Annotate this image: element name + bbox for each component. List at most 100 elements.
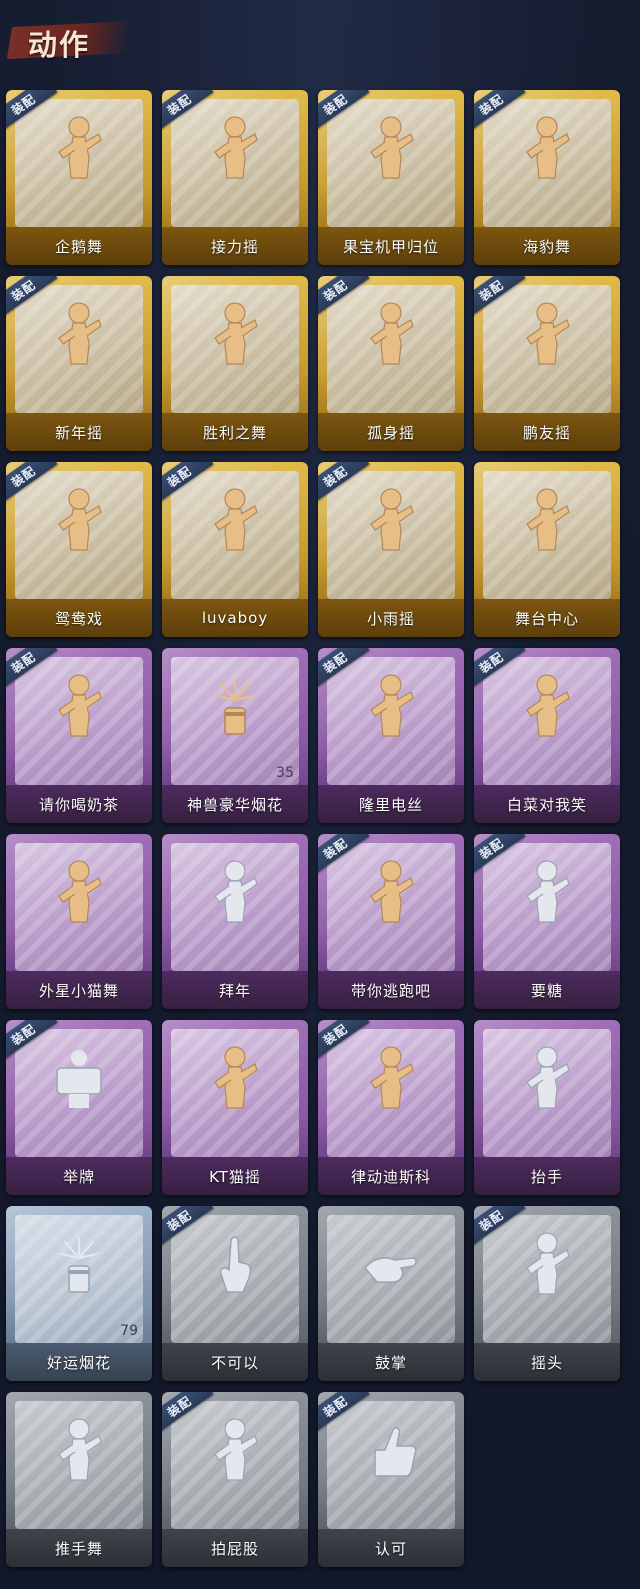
card-label-bar: 外星小猫舞 <box>6 971 152 1009</box>
action-name: 推手舞 <box>54 1539 103 1558</box>
hand-silver-icon <box>219 1236 252 1293</box>
firework-silver-icon <box>59 1236 99 1293</box>
action-name: 胜利之舞 <box>202 423 267 442</box>
card-label-bar: 舞台中心 <box>474 599 620 637</box>
card-label-bar: 摇头 <box>474 1343 620 1381</box>
action-name: 要糖 <box>530 981 563 1000</box>
action-name: luvaboy <box>201 609 269 627</box>
figure-gold-icon <box>58 302 102 365</box>
action-card[interactable]: 鸳鸯戏 装配 <box>6 462 152 637</box>
item-count: 79 <box>120 1323 138 1339</box>
card-label-bar: 律动迪斯科 <box>318 1157 464 1195</box>
card-label-bar: 果宝机甲归位 <box>318 227 464 265</box>
action-card[interactable]: 拍屁股 装配 <box>162 1392 308 1567</box>
section-header: 动作 <box>6 14 136 64</box>
action-name: 举牌 <box>62 1167 95 1186</box>
figure-gold-icon <box>214 488 258 551</box>
clap-silver-icon <box>364 1257 417 1283</box>
action-card[interactable]: 孤身摇 装配 <box>318 276 464 451</box>
card-label-bar: 企鹅舞 <box>6 227 152 265</box>
action-name: 新年摇 <box>54 423 103 442</box>
card-label-bar: 小雨摇 <box>318 599 464 637</box>
card-label-bar: 鼓掌 <box>318 1343 464 1381</box>
action-card[interactable]: 认可 装配 <box>318 1392 464 1567</box>
card-label-bar: 要糖 <box>474 971 620 1009</box>
card-label-bar: 新年摇 <box>6 413 152 451</box>
action-card[interactable]: KT猫摇 <box>162 1020 308 1195</box>
card-label-bar: 拍屁股 <box>162 1529 308 1567</box>
sign-silver-icon <box>56 1050 102 1108</box>
action-name: 企鹅舞 <box>54 237 103 256</box>
action-name: 请你喝奶茶 <box>38 795 119 814</box>
figure-gold-icon <box>526 674 570 737</box>
action-name: 律动迪斯科 <box>350 1167 431 1186</box>
action-card[interactable]: 胜利之舞 <box>162 276 308 451</box>
action-card[interactable]: 律动迪斯科 装配 <box>318 1020 464 1195</box>
action-name: 不可以 <box>210 1353 259 1372</box>
action-card[interactable]: 海豹舞 装配 <box>474 90 620 265</box>
action-name: 海豹舞 <box>522 237 571 256</box>
figure-silver-icon <box>214 860 258 923</box>
card-label-bar: 神兽豪华烟花 <box>162 785 308 823</box>
action-card[interactable]: luvaboy 装配 <box>162 462 308 637</box>
figure-silver-icon <box>526 1232 570 1295</box>
action-card[interactable]: 企鹅舞 装配 <box>6 90 152 265</box>
action-card[interactable]: 果宝机甲归位 装配 <box>318 90 464 265</box>
action-name: 带你逃跑吧 <box>350 981 431 1000</box>
card-label-bar: KT猫摇 <box>162 1157 308 1195</box>
action-card[interactable]: 请你喝奶茶 装配 <box>6 648 152 823</box>
action-card[interactable]: 抬手 <box>474 1020 620 1195</box>
action-grid: 企鹅舞 装配 接力摇 装配 果宝机甲归位 装配 海豹舞 装配 新年摇 装配 胜利… <box>6 90 634 1567</box>
figure-gold-icon <box>370 860 414 923</box>
card-label-bar: 好运烟花 <box>6 1343 152 1381</box>
action-card[interactable]: 外星小猫舞 <box>6 834 152 1009</box>
card-label-bar: 推手舞 <box>6 1529 152 1567</box>
action-card[interactable]: 要糖 装配 <box>474 834 620 1009</box>
card-label-bar: 认可 <box>318 1529 464 1567</box>
figure-gold-icon <box>526 302 570 365</box>
action-name: 接力摇 <box>210 237 259 256</box>
action-card[interactable]: 小雨摇 装配 <box>318 462 464 637</box>
thumbs-up-silver-icon <box>374 1427 417 1477</box>
action-name: 舞台中心 <box>514 609 579 628</box>
action-card[interactable]: 不可以 装配 <box>162 1206 308 1381</box>
figure-gold-icon <box>370 116 414 179</box>
action-card[interactable]: 摇头 装配 <box>474 1206 620 1381</box>
figure-gold-icon <box>58 116 102 179</box>
action-card[interactable]: 推手舞 <box>6 1392 152 1567</box>
card-label-bar: 海豹舞 <box>474 227 620 265</box>
action-card[interactable]: 白菜对我笑 装配 <box>474 648 620 823</box>
action-name: 拍屁股 <box>210 1539 259 1558</box>
card-label-bar: 胜利之舞 <box>162 413 308 451</box>
figure-gold-icon <box>214 302 258 365</box>
action-name: 鼓掌 <box>374 1353 407 1372</box>
action-name: 拜年 <box>218 981 251 1000</box>
action-card[interactable]: 好运烟花 79 <box>6 1206 152 1381</box>
card-label-bar: 隆里电丝 <box>318 785 464 823</box>
action-name: 鸳鸯戏 <box>54 609 103 628</box>
action-card[interactable]: 隆里电丝 装配 <box>318 648 464 823</box>
card-label-bar: 孤身摇 <box>318 413 464 451</box>
action-name: 小雨摇 <box>366 609 415 628</box>
action-card[interactable]: 鼓掌 <box>318 1206 464 1381</box>
action-card[interactable]: 接力摇 装配 <box>162 90 308 265</box>
figure-silver-icon <box>214 1418 258 1481</box>
action-card[interactable]: 拜年 <box>162 834 308 1009</box>
action-card[interactable]: 神兽豪华烟花 35 <box>162 648 308 823</box>
action-card[interactable]: 鹏友摇 装配 <box>474 276 620 451</box>
card-label-bar: 举牌 <box>6 1157 152 1195</box>
action-card[interactable]: 新年摇 装配 <box>6 276 152 451</box>
action-card[interactable]: 举牌 装配 <box>6 1020 152 1195</box>
action-card[interactable]: 带你逃跑吧 装配 <box>318 834 464 1009</box>
figure-silver-icon <box>58 1418 102 1481</box>
figure-gold-icon <box>214 116 258 179</box>
action-card[interactable]: 舞台中心 <box>474 462 620 637</box>
figure-gold-icon <box>58 674 102 737</box>
figure-gold-icon <box>370 674 414 737</box>
action-name: 好运烟花 <box>46 1353 111 1372</box>
figure-gold-icon <box>370 488 414 551</box>
card-label-bar: 鸳鸯戏 <box>6 599 152 637</box>
figure-gold-icon <box>58 488 102 551</box>
figure-gold-icon <box>526 116 570 179</box>
page-title: 动作 <box>28 28 91 62</box>
